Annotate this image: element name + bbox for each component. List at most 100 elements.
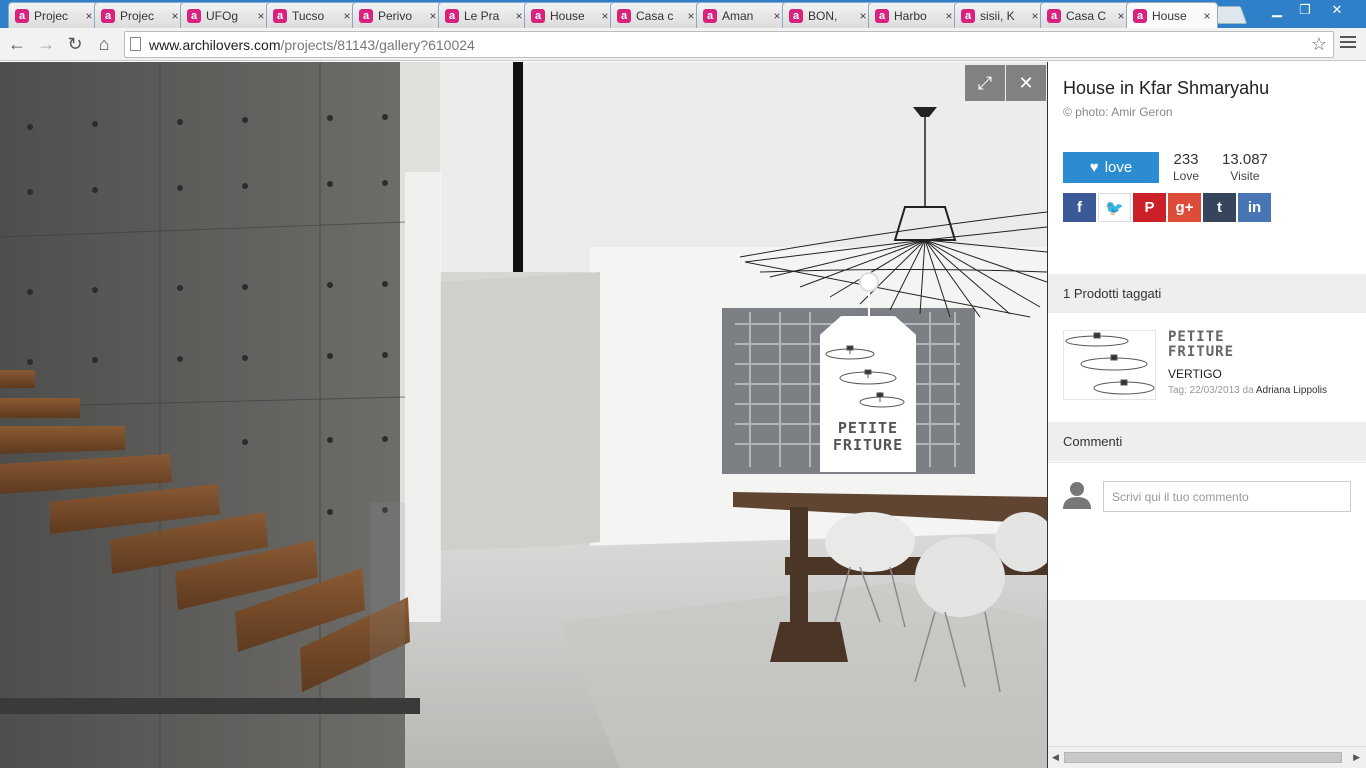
tab-title: Le Pra bbox=[464, 8, 500, 23]
lamp-thumbnail-image bbox=[1065, 332, 1155, 395]
archilovers-favicon-icon: a bbox=[617, 8, 631, 23]
tagged-product[interactable]: PETITE FRITURE VERTIGO Tag: 22/03/2013 d… bbox=[1063, 330, 1363, 402]
archilovers-favicon-icon: a bbox=[531, 8, 545, 23]
google-plus-icon[interactable]: g+ bbox=[1168, 193, 1201, 222]
product-meta: Tag: 22/03/2013 da Adriana Lippolis bbox=[1168, 385, 1328, 396]
lamp-product-image bbox=[825, 345, 905, 408]
browser-tab[interactable]: a Projec × bbox=[8, 2, 100, 28]
archilovers-favicon-icon: a bbox=[445, 8, 459, 23]
chrome-menu-icon[interactable] bbox=[1340, 36, 1356, 50]
bookmark-star-icon[interactable]: ☆ bbox=[1311, 34, 1327, 55]
linkedin-icon[interactable]: in bbox=[1238, 193, 1271, 222]
pinterest-icon[interactable]: P bbox=[1133, 193, 1166, 222]
tab-title: Casa C bbox=[1066, 8, 1107, 23]
visits-count: 13.087 bbox=[1222, 151, 1268, 168]
address-bar[interactable]: www.archilovers.com/projects/81143/galle… bbox=[124, 31, 1334, 58]
tab-title: UFOg bbox=[206, 8, 239, 23]
comments-heading: Commenti bbox=[1048, 422, 1366, 461]
archilovers-favicon-icon: a bbox=[101, 8, 115, 23]
product-tag-card[interactable]: PETITE FRITURE bbox=[820, 272, 916, 472]
browser-tab[interactable]: a Casa c × bbox=[610, 2, 702, 28]
scrollbar-thumb[interactable] bbox=[1064, 752, 1342, 763]
browser-tab[interactable]: a Aman × bbox=[696, 2, 788, 28]
minimize-icon[interactable]: ▁ bbox=[1262, 0, 1292, 20]
browser-tab[interactable]: a House × bbox=[1126, 2, 1218, 28]
tag-brand-logo: PETITE FRITURE bbox=[832, 419, 904, 454]
products-heading: 1 Prodotti taggati bbox=[1048, 274, 1366, 313]
archilovers-favicon-icon: a bbox=[15, 8, 29, 23]
browser-tab[interactable]: a Tucso × bbox=[266, 2, 358, 28]
product-name-link[interactable]: VERTIGO bbox=[1168, 367, 1222, 381]
browser-tab[interactable]: a Perivo × bbox=[352, 2, 444, 28]
product-author-link[interactable]: Adriana Lippolis bbox=[1256, 385, 1327, 396]
forward-icon[interactable]: → bbox=[34, 32, 58, 56]
love-count-label: Love bbox=[1173, 169, 1200, 183]
tab-title: Casa c bbox=[636, 8, 674, 23]
close-icon[interactable]: ✕ bbox=[1006, 65, 1046, 101]
love-button[interactable]: ♥ love bbox=[1063, 152, 1159, 183]
user-avatar-icon bbox=[1063, 482, 1091, 509]
visits-stat: 13.087 Visite bbox=[1222, 151, 1268, 183]
twitter-icon[interactable]: 🐦 bbox=[1098, 193, 1131, 222]
tab-strip: a Projec × a Projec × a UFOg × a Tucso × a Perivo × a Le… bbox=[0, 0, 1366, 28]
scroll-right-icon[interactable]: ▶ bbox=[1353, 752, 1360, 763]
browser-tab[interactable]: a Casa C × bbox=[1040, 2, 1132, 28]
archilovers-favicon-icon: a bbox=[703, 8, 717, 23]
love-button-label: love bbox=[1104, 159, 1133, 176]
heart-icon: ♥ bbox=[1089, 159, 1099, 176]
comment-form bbox=[1048, 462, 1366, 600]
tab-title: Projec bbox=[120, 8, 155, 23]
back-icon[interactable]: ← bbox=[5, 32, 29, 56]
tumblr-icon[interactable]: t bbox=[1203, 193, 1236, 222]
tag-body: PETITE FRITURE bbox=[820, 316, 916, 472]
visits-count-label: Visite bbox=[1230, 169, 1260, 183]
restore-icon[interactable]: ❐ bbox=[1290, 0, 1320, 20]
horizontal-scrollbar[interactable]: ◀ ▶ bbox=[1048, 746, 1366, 768]
archilovers-favicon-icon: a bbox=[273, 8, 287, 23]
tab-title: House bbox=[1152, 8, 1187, 23]
comment-input[interactable] bbox=[1103, 481, 1351, 512]
project-title: House in Kfar Shmaryahu bbox=[1063, 78, 1270, 98]
expand-icon[interactable]: ⤢ bbox=[965, 65, 1005, 101]
browser-tab[interactable]: a BON, × bbox=[782, 2, 874, 28]
tab-title: BON, bbox=[808, 8, 838, 23]
home-icon[interactable]: ⌂ bbox=[92, 32, 116, 56]
browser-tab[interactable]: a House × bbox=[524, 2, 616, 28]
browser-tab[interactable]: a Projec × bbox=[94, 2, 186, 28]
archilovers-favicon-icon: a bbox=[1133, 8, 1147, 23]
tag-connector bbox=[868, 292, 870, 318]
archilovers-favicon-icon: a bbox=[187, 8, 201, 23]
scroll-left-icon[interactable]: ◀ bbox=[1052, 752, 1059, 763]
browser-tab[interactable]: a UFOg × bbox=[180, 2, 272, 28]
archilovers-favicon-icon: a bbox=[359, 8, 373, 23]
tab-title: Projec bbox=[34, 8, 69, 23]
facebook-icon[interactable]: f bbox=[1063, 193, 1096, 222]
url-text: www.archilovers.com/projects/81143/galle… bbox=[149, 37, 475, 53]
tab-title: Tucso bbox=[292, 8, 325, 23]
page-icon bbox=[130, 37, 141, 51]
archilovers-favicon-icon: a bbox=[875, 8, 889, 23]
archilovers-favicon-icon: a bbox=[961, 8, 975, 23]
sidebar-blank-area bbox=[1048, 600, 1366, 746]
archilovers-favicon-icon: a bbox=[789, 8, 803, 23]
photo-viewer: ⤢ ✕ PETITE FRITURE bbox=[0, 62, 1047, 768]
tag-pin-icon[interactable] bbox=[859, 272, 879, 292]
tab-title: Perivo bbox=[378, 8, 413, 23]
tab-close-icon[interactable]: × bbox=[1201, 9, 1213, 23]
reload-icon[interactable]: ↻ bbox=[63, 32, 87, 56]
love-count: 233 bbox=[1173, 151, 1199, 168]
tab-title: Harbo bbox=[894, 8, 927, 23]
photo-credit: © photo: Amir Geron bbox=[1063, 105, 1173, 119]
archilovers-favicon-icon: a bbox=[1047, 8, 1061, 23]
browser-tab[interactable]: a Harbo × bbox=[868, 2, 960, 28]
project-sidebar: House in Kfar Shmaryahu © photo: Amir Ge… bbox=[1047, 62, 1366, 768]
tab-title: House bbox=[550, 8, 585, 23]
browser-tab[interactable]: a sisii, K × bbox=[954, 2, 1046, 28]
product-thumbnail[interactable] bbox=[1063, 330, 1156, 400]
tab-title: Aman bbox=[722, 8, 754, 23]
product-brand-logo[interactable]: PETITE FRITURE bbox=[1168, 330, 1234, 360]
love-stat: 233 Love bbox=[1173, 151, 1199, 183]
window-close-icon[interactable]: ✕ bbox=[1322, 0, 1352, 20]
tab-title: sisii, K bbox=[980, 8, 1015, 23]
browser-tab[interactable]: a Le Pra × bbox=[438, 2, 530, 28]
